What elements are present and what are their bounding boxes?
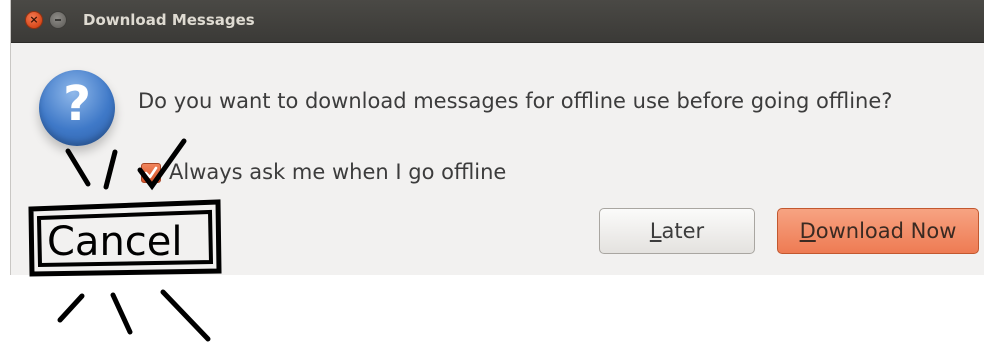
dialog-message: Do you want to download messages for off… — [138, 89, 893, 113]
question-icon: ? — [39, 70, 115, 146]
checkmark-icon — [144, 166, 158, 179]
close-icon: × — [29, 13, 39, 26]
emphasis-stroke — [160, 289, 211, 342]
question-mark-glyph: ? — [63, 76, 91, 132]
minimize-icon — [55, 19, 61, 21]
always-ask-label[interactable]: Always ask me when I go offline — [169, 160, 506, 184]
title-bar[interactable]: × Download Messages — [11, 0, 984, 43]
always-ask-checkbox[interactable] — [141, 163, 161, 183]
minimize-window-button[interactable] — [49, 11, 67, 29]
later-label: ater — [661, 219, 705, 243]
download-messages-dialog: × Download Messages ? Do you want to dow… — [10, 0, 984, 275]
screenshot: × Download Messages ? Do you want to dow… — [0, 0, 984, 345]
emphasis-stroke — [57, 293, 85, 323]
later-mnemonic: L — [649, 219, 662, 243]
download-label: ownload Now — [815, 219, 957, 243]
window-title: Download Messages — [83, 11, 255, 29]
later-button[interactable]: Later — [599, 208, 755, 254]
close-window-button[interactable]: × — [25, 11, 43, 29]
download-now-button[interactable]: Download Now — [777, 208, 979, 254]
download-mnemonic: D — [799, 219, 816, 243]
emphasis-stroke — [110, 292, 133, 335]
